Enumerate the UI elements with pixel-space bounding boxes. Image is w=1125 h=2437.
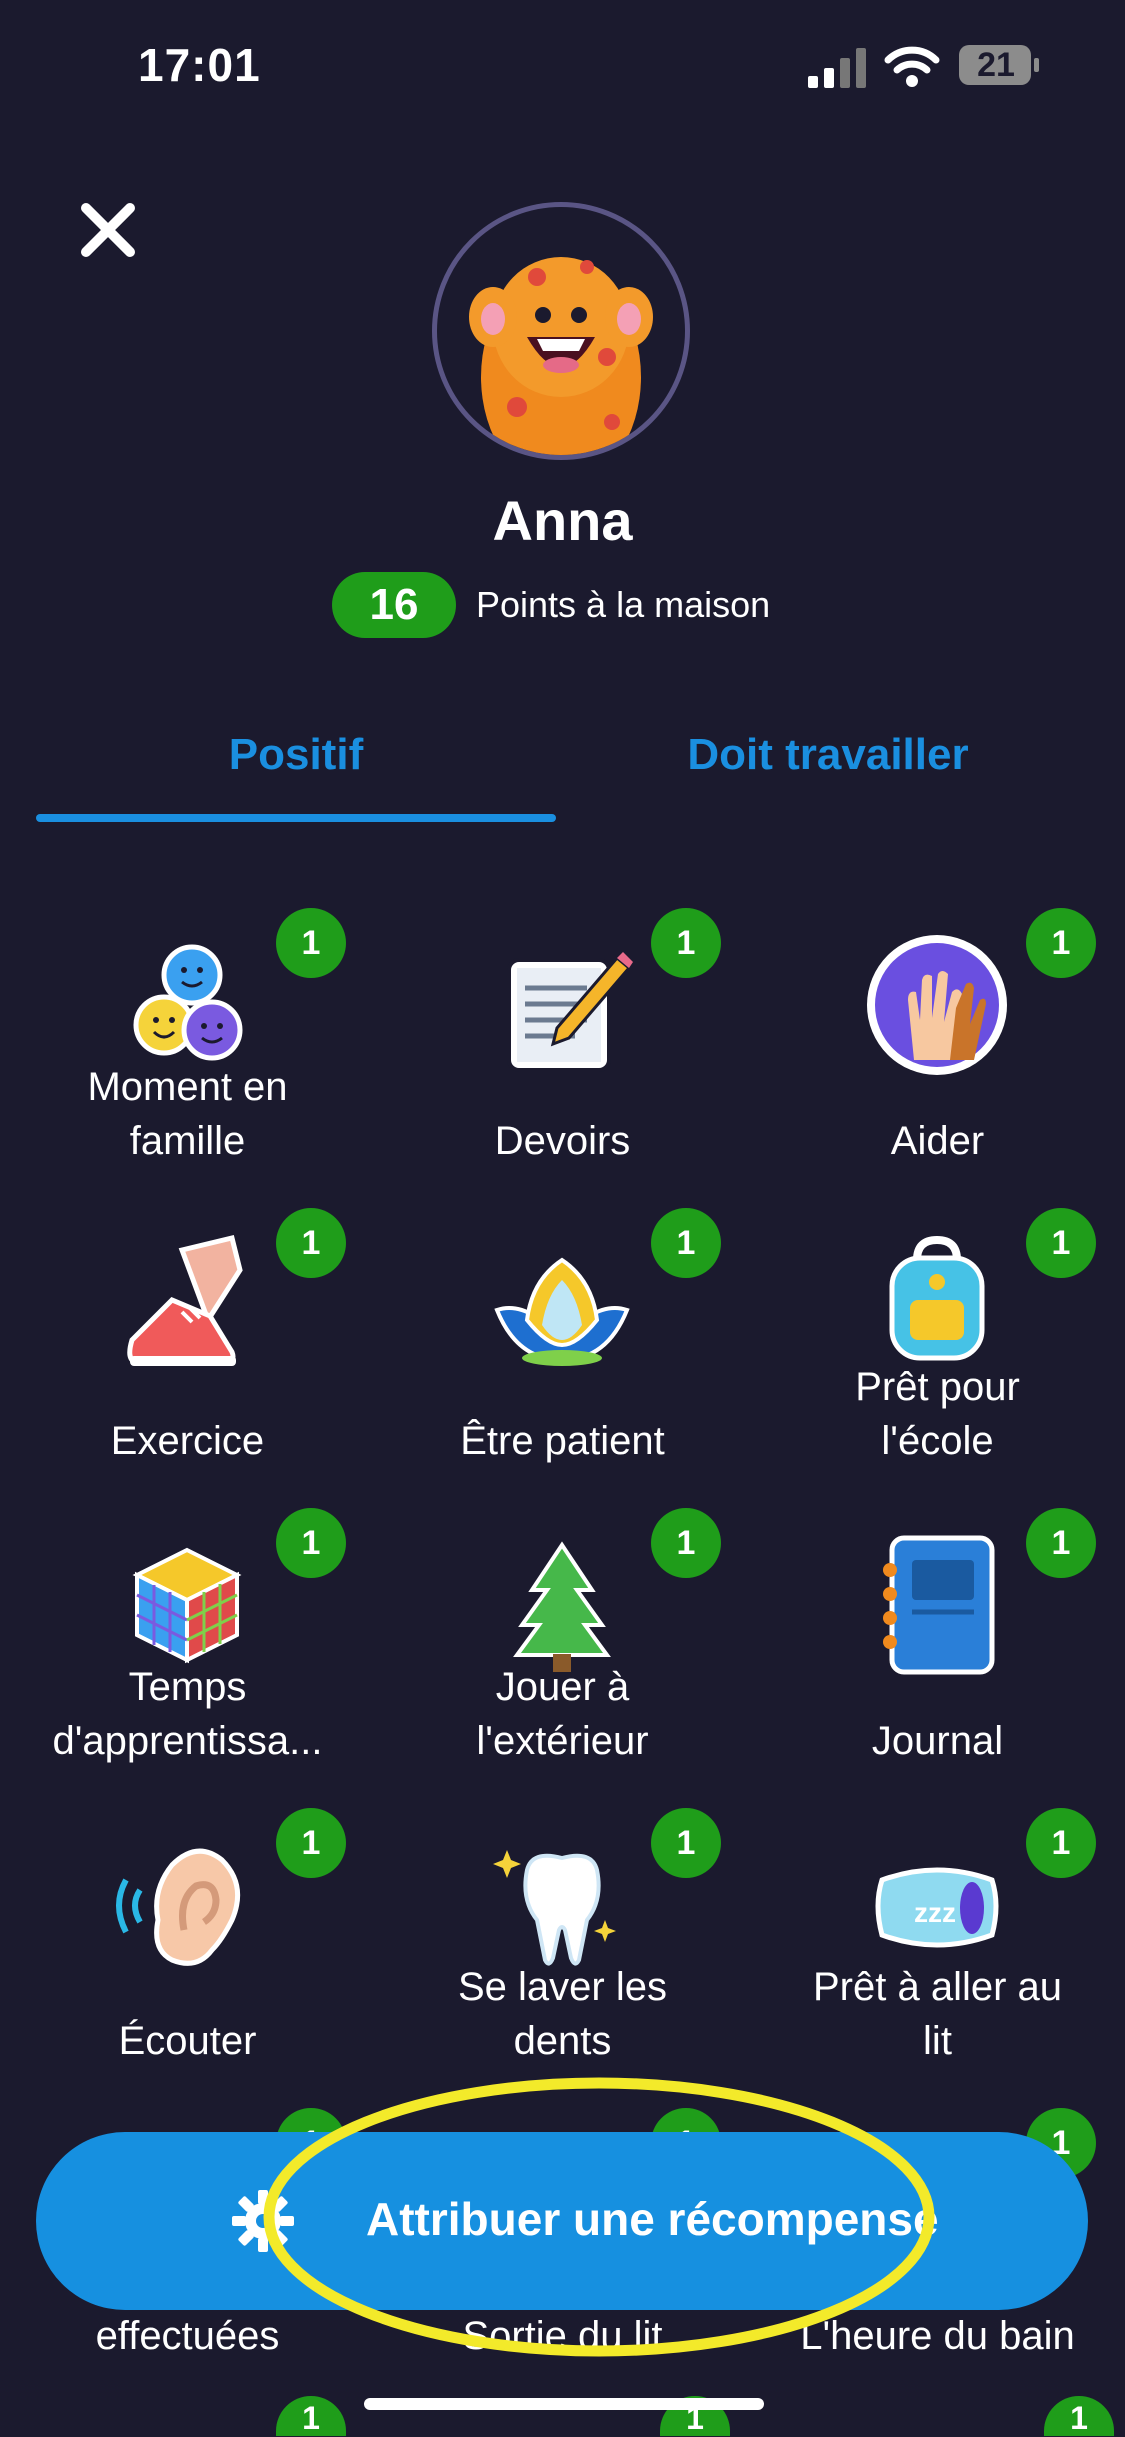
- skill-count-badge: 1: [276, 908, 346, 978]
- profile-name: Anna: [492, 489, 633, 552]
- close-icon[interactable]: [78, 200, 138, 260]
- rubiks-cube-icon: [132, 1547, 242, 1664]
- skill-label: Écouter: [118, 2019, 257, 2063]
- monster-avatar-icon: [469, 257, 653, 455]
- skill-count-badge: 1: [1044, 2396, 1114, 2436]
- skill-label-line2: l'extérieur: [476, 1719, 649, 1763]
- skill-label-line1: Se laver les: [458, 1965, 667, 2009]
- skill-label-line1: Prêt à aller au: [812, 1965, 1063, 2009]
- status-time: 17:01: [138, 39, 261, 91]
- skill-tile[interactable]: zzz 1 Prêt à aller au lit: [750, 1780, 1125, 2080]
- status-bar: 17:01 21: [0, 0, 1125, 130]
- pine-tree-icon: [513, 1541, 611, 1672]
- skill-label: Être patient: [460, 1419, 665, 1463]
- skill-tile[interactable]: 1 Être patient: [375, 1180, 750, 1480]
- skill-tile[interactable]: 1 Écouter: [0, 1780, 375, 2080]
- skill-label: Exercice: [110, 1419, 265, 1463]
- svg-text:zzz: zzz: [914, 1897, 956, 1928]
- skill-label-line2: d'apprentissa...: [52, 1719, 323, 1763]
- skill-label: Devoirs: [494, 1119, 631, 1163]
- battery-level: 21: [977, 46, 1015, 84]
- skill-tile[interactable]: 1 Jouer à l'extérieur: [375, 1480, 750, 1780]
- tab-positif[interactable]: Positif: [36, 730, 556, 780]
- skill-label-line2: dents: [513, 2019, 612, 2063]
- cellular-signal-icon: [808, 48, 866, 88]
- skill-label: Journal: [871, 1719, 1004, 1763]
- skill-count-badge: 1: [651, 1508, 721, 1578]
- wifi-icon: [884, 46, 940, 87]
- pillow-icon: zzz: [875, 1867, 999, 1948]
- skill-label-line1: Prêt pour: [855, 1365, 1020, 1409]
- ear-icon: [116, 1848, 241, 1966]
- points-label: Points à la maison: [476, 584, 771, 625]
- skill-count-badge: 1: [651, 908, 721, 978]
- home-indicator[interactable]: [364, 2398, 764, 2410]
- skill-tile[interactable]: 1 Exercice: [0, 1180, 375, 1480]
- skill-count-badge: 1: [1026, 908, 1096, 978]
- tooth-icon: [493, 1850, 616, 1966]
- skill-label: Aider: [890, 1119, 985, 1163]
- skill-tile[interactable]: 1 Journal: [750, 1480, 1125, 1780]
- skill-tile[interactable]: 1 Aider: [750, 880, 1125, 1180]
- points-row: 16 Points à la maison: [332, 572, 770, 638]
- skill-tile[interactable]: 1 Devoirs: [375, 880, 750, 1180]
- skill-label-line1: Jouer à: [495, 1665, 630, 1709]
- lotus-icon: [494, 1257, 630, 1366]
- skill-count-badge: 1: [651, 1208, 721, 1278]
- skill-count-badge: 1: [276, 2396, 346, 2436]
- skill-label-line1: Temps: [128, 1665, 247, 1709]
- skill-tile[interactable]: 1 Temps d'apprentissa...: [0, 1480, 375, 1780]
- skill-count-badge: 1: [1026, 1208, 1096, 1278]
- skill-label-line2: l'école: [881, 1419, 994, 1463]
- skill-count-badge: 1: [1026, 1508, 1096, 1578]
- skill-tile[interactable]: 1 Prêt pour l'école: [750, 1180, 1125, 1480]
- helping-hands-icon: [867, 935, 1007, 1075]
- skill-count-badge: 1: [276, 1508, 346, 1578]
- skill-tile[interactable]: 1 Moment en famille: [0, 880, 375, 1180]
- skill-tile[interactable]: 1 Se laver les dents: [375, 1780, 750, 2080]
- skill-count-badge: 1: [1026, 1808, 1096, 1878]
- skill-label-line2: lit: [923, 2019, 952, 2063]
- avatar[interactable]: [432, 202, 690, 460]
- backpack-icon: [889, 1235, 985, 1361]
- battery-icon: 21: [958, 44, 1040, 86]
- active-tab-indicator: [36, 814, 556, 822]
- family-faces-icon: [133, 944, 243, 1061]
- skill-count-badge: 1: [276, 1808, 346, 1878]
- homework-notepad-icon: [507, 952, 633, 1072]
- points-badge: 16: [332, 572, 456, 638]
- highlight-ellipse: [263, 2077, 935, 2357]
- skill-count-badge: 1: [651, 1808, 721, 1878]
- skill-label-line2: famille: [129, 1119, 246, 1163]
- skill-label-line1: Moment en: [87, 1065, 288, 1109]
- sneaker-icon: [127, 1234, 243, 1366]
- journal-icon: [883, 1535, 995, 1675]
- tab-doit-travailler[interactable]: Doit travailler: [568, 730, 1088, 780]
- skill-count-badge: 1: [276, 1208, 346, 1278]
